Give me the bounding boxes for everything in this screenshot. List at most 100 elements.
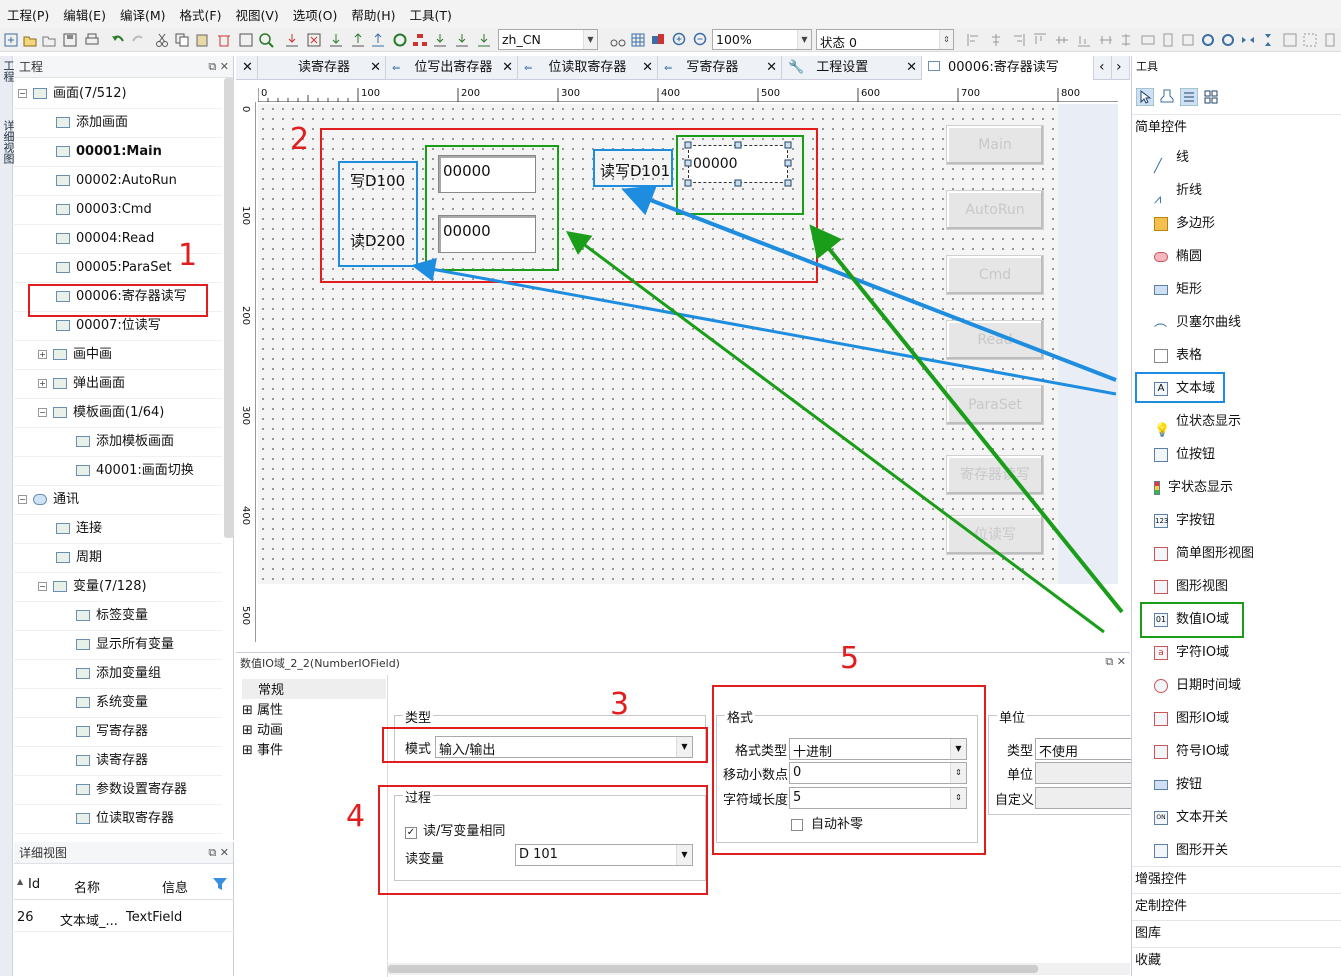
bit-button-icon — [1154, 447, 1168, 462]
tool-label: 字按钮 — [1176, 513, 1216, 528]
tool-label: 位按钮 — [1176, 447, 1216, 462]
unit-group: 单位 类型 不使用 单位 自定义 — [988, 707, 1131, 815]
ellipse-icon — [1154, 251, 1168, 262]
word-button-icon: 123 — [1154, 513, 1168, 528]
nav-properties[interactable]: ⊞ 属性 — [242, 699, 283, 718]
tool-label: 日期时间域 — [1176, 678, 1242, 693]
tool-label: 字状态显示 — [1168, 480, 1234, 495]
pointer-icon[interactable] — [1136, 88, 1154, 106]
tool-label: 位状态显示 — [1176, 414, 1242, 429]
tool-label: 多边形 — [1176, 216, 1216, 231]
tool-label: 简单图形视图 — [1176, 546, 1255, 561]
tool-word-status[interactable]: 字状态显示 — [1132, 472, 1341, 505]
tool-label: 线 — [1176, 150, 1190, 165]
tool-rectangle[interactable]: 矩形 — [1132, 274, 1341, 307]
table-icon — [1154, 348, 1168, 363]
clock-icon — [1154, 678, 1168, 693]
grid-view-icon[interactable] — [1202, 88, 1220, 106]
custom-label: 自定义 — [995, 793, 1035, 808]
tool-char-io[interactable]: a 字符IO域 — [1132, 637, 1341, 670]
tool-table[interactable]: 表格 — [1132, 340, 1341, 373]
tool-bezier[interactable]: ⌒ 贝塞尔曲线 — [1132, 307, 1341, 340]
expand-icon: ⊞ — [242, 703, 258, 718]
annotation-box-4 — [378, 785, 708, 895]
unit-type-label: 类型 — [1007, 744, 1034, 759]
stamp-icon[interactable] — [1158, 88, 1176, 106]
tool-label: 字符IO域 — [1176, 645, 1230, 660]
hscroll-thumb[interactable] — [388, 965, 1038, 973]
tool-graphic-io[interactable]: 图形IO域 — [1132, 703, 1341, 736]
expand-icon: ⊞ — [242, 723, 258, 738]
section-favorites[interactable]: 收藏 — [1132, 947, 1341, 974]
tool-label: 图形视图 — [1176, 579, 1229, 594]
graphic-view-icon — [1154, 546, 1168, 561]
annotation-green-box-numberio — [1140, 602, 1244, 638]
tool-label: 矩形 — [1176, 282, 1203, 297]
nav-label: 属性 — [257, 703, 284, 718]
properties-title: 数值IO域_2_2(NumberIOField) — [240, 657, 400, 670]
tool-datetime[interactable]: 日期时间域 — [1132, 670, 1341, 703]
tool-label: 折线 — [1176, 183, 1203, 198]
properties-panel: 数值IO域_2_2(NumberIOField) ⧉ ✕ 常规 ⊞ 属性 ⊞ 动… — [236, 641, 1131, 977]
panel-buttons[interactable]: ⧉ ✕ — [1105, 655, 1126, 669]
line-icon: ╱ — [1154, 158, 1162, 174]
annotation-number-5: 5 — [840, 641, 860, 676]
tool-bit-status[interactable]: 💡 位状态显示 — [1132, 406, 1341, 439]
tool-label: 文本开关 — [1176, 810, 1229, 825]
char-io-icon: a — [1154, 645, 1168, 660]
section-custom[interactable]: 定制控件 — [1132, 893, 1341, 920]
graphic-io-icon — [1154, 711, 1168, 726]
polygon-icon — [1154, 216, 1168, 231]
tools-panel: 工具 简单控件 ╱线 ⩘折线 多边形 椭圆 矩形 ⌒贝塞尔曲线 表格 A 文本域 … — [1131, 56, 1341, 976]
tool-graphic-view[interactable]: 图形视图 — [1132, 571, 1341, 604]
text-switch-icon: ON — [1154, 810, 1168, 825]
tool-line[interactable]: ╱线 — [1132, 142, 1341, 175]
nav-label: 动画 — [257, 723, 284, 738]
tool-bit-button[interactable]: 位按钮 — [1132, 439, 1341, 472]
nav-label: 事件 — [257, 743, 284, 758]
tool-button[interactable]: 按钮 — [1132, 769, 1341, 802]
tool-label: 图形IO域 — [1176, 711, 1230, 726]
annotation-number-4: 4 — [346, 799, 366, 834]
annotation-number-3: 3 — [610, 687, 630, 722]
polyline-icon: ⩘ — [1154, 191, 1162, 207]
nav-events[interactable]: ⊞ 事件 — [242, 739, 283, 758]
tools-toolbar — [1132, 84, 1341, 110]
tool-text-switch[interactable]: ON 文本开关 — [1132, 802, 1341, 835]
unit-label: 单位 — [1007, 768, 1034, 783]
symbol-io-icon — [1154, 744, 1168, 759]
tool-label: 贝塞尔曲线 — [1176, 315, 1242, 330]
nav-animation[interactable]: ⊞ 动画 — [242, 719, 283, 738]
tool-symbol-io[interactable]: 符号IO域 — [1132, 736, 1341, 769]
list-view-icon[interactable] — [1180, 88, 1198, 106]
button-icon — [1154, 779, 1168, 790]
bezier-icon: ⌒ — [1154, 323, 1168, 339]
nav-general[interactable]: 常规 — [242, 679, 386, 699]
unit-type-select[interactable]: 不使用 — [1035, 738, 1131, 760]
tool-polyline[interactable]: ⩘ 折线 — [1132, 175, 1341, 208]
tool-label: 表格 — [1176, 348, 1203, 363]
tool-ellipse[interactable]: 椭圆 — [1132, 241, 1341, 274]
type-group-title: 类型 — [403, 707, 434, 726]
annotation-box-5 — [712, 685, 986, 855]
tool-graphic-switch[interactable]: 图形开关 — [1132, 835, 1341, 868]
tool-simple-graphic-view[interactable]: 简单图形视图 — [1132, 538, 1341, 571]
section-simple-controls[interactable]: 简单控件 — [1132, 114, 1341, 141]
tools-title: 工具 — [1136, 60, 1158, 73]
section-enhanced[interactable]: 增强控件 — [1132, 866, 1341, 893]
unit-group-title: 单位 — [997, 707, 1028, 726]
traffic-light-icon — [1154, 480, 1160, 495]
tool-polygon[interactable]: 多边形 — [1132, 208, 1341, 241]
tool-label: 按钮 — [1176, 777, 1203, 792]
annotation-box-3 — [382, 727, 708, 763]
properties-hscroll[interactable] — [388, 963, 1130, 975]
custom-input[interactable] — [1035, 787, 1131, 809]
tool-label: 图形开关 — [1176, 843, 1229, 858]
tool-word-button[interactable]: 123 字按钮 — [1132, 505, 1341, 538]
graphic-switch-icon — [1154, 843, 1168, 858]
tool-label: 椭圆 — [1176, 249, 1203, 264]
section-gallery[interactable]: 图库 — [1132, 920, 1341, 947]
properties-nav: 常规 ⊞ 属性 ⊞ 动画 ⊞ 事件 — [236, 675, 388, 977]
annotation-blue-box-textfield — [1135, 372, 1225, 403]
unit-input[interactable] — [1035, 762, 1131, 784]
